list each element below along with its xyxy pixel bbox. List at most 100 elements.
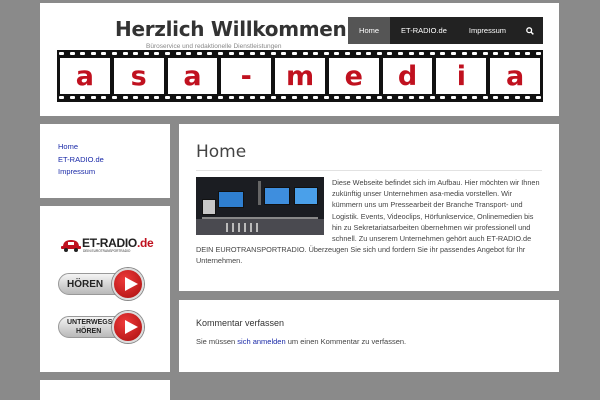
- film-hole: [355, 96, 361, 99]
- film-hole: [59, 52, 64, 55]
- film-perforation-bottom: [59, 96, 541, 100]
- sidebar-item-et-radio[interactable]: ET-RADIO.de: [58, 154, 170, 167]
- film-hole: [323, 52, 329, 55]
- banner-frame: e: [328, 58, 379, 94]
- sidebar-menu: Home ET-RADIO.de Impressum: [40, 124, 170, 198]
- film-hole: [419, 52, 425, 55]
- film-hole: [514, 96, 520, 99]
- image-spacer: [196, 177, 332, 238]
- film-hole: [80, 96, 86, 99]
- banner-letter: a: [183, 60, 202, 92]
- top-navigation: Home ET-RADIO.de Impressum: [348, 17, 543, 44]
- film-hole: [355, 52, 361, 55]
- listen-mobile-button[interactable]: UNTERWEGS HÖREN: [58, 311, 144, 343]
- listen-mobile-label-line1: UNTERWEGS: [67, 319, 113, 326]
- film-hole: [133, 96, 139, 99]
- banner-letter: -: [240, 60, 252, 92]
- film-hole: [450, 52, 456, 55]
- film-hole: [175, 52, 181, 55]
- film-hole: [260, 96, 266, 99]
- film-hole: [323, 96, 329, 99]
- banner-frame: a: [490, 58, 541, 94]
- asa-media-banner[interactable]: a s a - me d i a: [57, 50, 543, 102]
- film-hole: [450, 96, 456, 99]
- nav-home[interactable]: Home: [348, 17, 391, 44]
- film-hole: [80, 52, 86, 55]
- film-hole: [281, 96, 287, 99]
- banner-letter: i: [456, 60, 466, 92]
- film-hole: [101, 52, 107, 55]
- film-hole: [503, 96, 509, 99]
- site-title[interactable]: Herzlich Willkommen: [115, 17, 347, 41]
- sidebar-item-impressum[interactable]: Impressum: [58, 166, 170, 179]
- film-hole: [217, 52, 223, 55]
- banner-frame: m: [275, 58, 325, 94]
- film-hole: [472, 52, 478, 55]
- film-hole: [398, 52, 403, 55]
- film-hole: [525, 96, 531, 99]
- film-hole: [228, 96, 234, 99]
- banner-letter: e: [344, 60, 363, 92]
- film-hole: [122, 52, 128, 55]
- nav-impressum[interactable]: Impressum: [458, 17, 517, 44]
- film-hole: [69, 96, 75, 99]
- film-hole: [270, 52, 276, 55]
- et-radio-logo-text: ET-RADIO.de: [82, 236, 154, 250]
- film-hole: [143, 52, 149, 55]
- film-hole: [376, 96, 382, 99]
- film-hole: [376, 52, 382, 55]
- banner-letter: d: [397, 60, 418, 92]
- film-hole: [186, 52, 192, 55]
- film-hole: [217, 96, 223, 99]
- film-hole: [440, 52, 446, 55]
- login-link[interactable]: sich anmelden: [237, 337, 285, 346]
- film-hole: [313, 52, 319, 55]
- banner-frame: d: [382, 58, 433, 94]
- film-hole: [419, 96, 425, 99]
- film-hole: [239, 52, 245, 55]
- film-hole: [334, 96, 340, 99]
- sidebar-item-home[interactable]: Home: [58, 141, 170, 154]
- film-hole: [535, 96, 541, 99]
- comment-login-notice: Sie müssen sich anmelden um einen Kommen…: [196, 337, 406, 346]
- et-radio-logo-subtitle: DEIN EUROTRANSPORTRADIO: [83, 249, 131, 253]
- film-hole: [493, 96, 499, 99]
- film-hole: [186, 96, 192, 99]
- comment-text-after: um einen Kommentar zu verfassen.: [285, 337, 407, 346]
- comment-section: Kommentar verfassen Sie müssen sich anme…: [179, 300, 559, 372]
- banner-frame: -: [221, 58, 272, 94]
- film-hole: [143, 96, 149, 99]
- banner-frame: i: [436, 58, 487, 94]
- film-hole: [535, 52, 541, 55]
- banner-frame: a: [60, 58, 110, 94]
- film-hole: [154, 52, 160, 55]
- search-button[interactable]: [517, 17, 543, 44]
- play-icon: [112, 268, 144, 300]
- banner-letter: a: [75, 60, 94, 92]
- film-hole: [503, 52, 509, 55]
- film-hole: [164, 52, 170, 55]
- film-hole: [482, 96, 488, 99]
- film-perforation-top: [59, 52, 541, 56]
- comment-title: Kommentar verfassen: [196, 318, 285, 328]
- film-hole: [302, 96, 308, 99]
- film-hole: [175, 96, 181, 99]
- film-hole: [59, 96, 64, 99]
- film-hole: [525, 52, 531, 55]
- film-hole: [334, 52, 340, 55]
- film-hole: [249, 96, 255, 99]
- film-hole: [101, 96, 107, 99]
- film-hole: [345, 96, 351, 99]
- film-hole: [387, 96, 393, 99]
- listen-button[interactable]: HÖREN: [58, 268, 144, 300]
- nav-et-radio[interactable]: ET-RADIO.de: [390, 17, 458, 44]
- banner-frame: a: [167, 58, 218, 94]
- et-radio-logo[interactable]: ET-RADIO.de DEIN EUROTRANSPORTRADIO: [60, 236, 154, 254]
- film-hole: [408, 52, 414, 55]
- film-hole: [281, 52, 287, 55]
- film-hole: [122, 96, 128, 99]
- film-hole: [196, 96, 202, 99]
- film-hole: [292, 52, 298, 55]
- film-hole: [228, 52, 234, 55]
- film-hole: [366, 52, 372, 55]
